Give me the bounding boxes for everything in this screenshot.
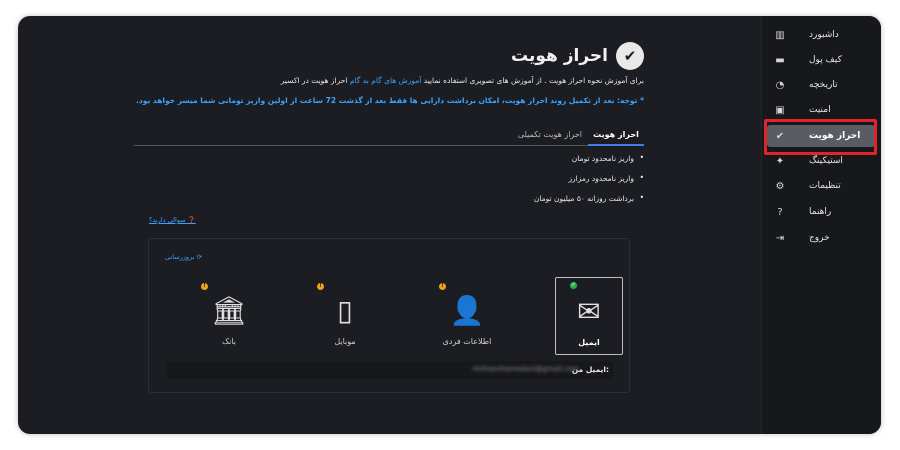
method-label: اطلاعات فردی xyxy=(442,337,492,346)
sidebar-item-label: داشبورد xyxy=(809,30,839,40)
method-bank[interactable]: ! 🏛 بانک xyxy=(195,277,263,353)
sidebar-item-help[interactable]: ? راهنما xyxy=(767,201,875,223)
person-icon: 👤 xyxy=(449,294,485,327)
tab-bar: احراز هویت احراز هویت تکمیلی xyxy=(134,124,644,146)
mobile-phone-icon: ▯ xyxy=(337,294,353,327)
wallet-icon: ▬ xyxy=(775,54,785,66)
page-title: احراز هویت xyxy=(510,46,608,66)
list-item: واریز نامحدود رمزارز xyxy=(534,173,644,183)
sidebar-item-security[interactable]: ▣ امنیت xyxy=(767,99,875,121)
verification-methods-card: بروزرسانی ⟳ ✓ ✉ ایمیل ! 👤 اطلاعات فردی !… xyxy=(148,238,630,393)
intro-text: برای آموزش نحوه احراز هویت . از آموزش ها… xyxy=(281,76,644,85)
email-value: mohsenhamedani@gmail.com xyxy=(472,365,579,373)
sidebar-item-wallet[interactable]: ▬ کیف پول xyxy=(767,49,875,71)
method-label: ایمیل xyxy=(578,338,600,347)
my-email-row: ایمیل من: mohsenhamedani@gmail.com xyxy=(167,361,613,379)
bar-chart-icon: ▥ xyxy=(775,29,785,41)
method-mobile[interactable]: ! ▯ موبایل xyxy=(311,277,379,353)
sidebar-item-label: خروج xyxy=(809,233,830,243)
list-item: برداشت روزانه ۵۰ میلیون تومان xyxy=(534,193,644,203)
intro-suffix: احراز هویت در اکسیر xyxy=(280,76,348,85)
method-email[interactable]: ✓ ✉ ایمیل xyxy=(555,277,623,355)
warning-icon: ! xyxy=(201,283,208,290)
sidebar-item-logout[interactable]: ⇥ خروج xyxy=(767,227,875,249)
verified-badge-icon: ✔ xyxy=(616,42,644,70)
tutorial-link[interactable]: آموزش های گام به گام xyxy=(350,76,422,85)
sidebar-item-settings[interactable]: ⚙ تنظیمات xyxy=(767,175,875,197)
sidebar-item-label: راهنما xyxy=(809,207,832,217)
sidebar-item-label: استیکینگ xyxy=(809,156,843,166)
gear-icon: ⚙ xyxy=(775,180,785,192)
notice-text: * توجه: بعد از تکمیل روند احراز هویت، ام… xyxy=(136,96,644,105)
method-label: موبایل xyxy=(334,337,356,346)
sidebar-item-dashboard[interactable]: ▥ داشبورد xyxy=(767,24,875,46)
warning-icon: ! xyxy=(317,283,324,290)
benefits-list: واریز نامحدود تومان واریز نامحدود رمزارز… xyxy=(534,153,644,214)
warning-icon: ! xyxy=(439,283,446,290)
help-question-link[interactable]: ❓ سوالی دارید؟ xyxy=(149,216,196,224)
verified-check-icon: ✓ xyxy=(570,282,577,289)
envelope-icon: ✉ xyxy=(577,295,601,328)
bank-icon: 🏛 xyxy=(211,294,247,327)
page-header: ✔ احراز هویت xyxy=(511,42,644,70)
help-icon: ? xyxy=(777,206,783,218)
intro-prefix: برای آموزش نحوه احراز هویت . از آموزش ها… xyxy=(423,76,644,85)
question-icon: ❓ xyxy=(187,216,196,224)
method-label: بانک xyxy=(221,337,237,346)
method-personal-info[interactable]: ! 👤 اطلاعات فردی xyxy=(433,277,501,353)
sidebar-item-label: کیف پول xyxy=(809,55,842,65)
tab-advanced-verification[interactable]: احراز هویت تکمیلی xyxy=(518,124,582,146)
highlight-box xyxy=(764,119,877,155)
sidebar-item-label: تاریخچه xyxy=(809,80,838,90)
sidebar-item-label: امنیت xyxy=(809,105,831,115)
tab-basic-verification[interactable]: احراز هویت xyxy=(588,124,644,146)
list-item: واریز نامحدود تومان xyxy=(534,153,644,163)
sidebar-item-label: تنظیمات xyxy=(809,181,841,191)
staking-icon: ✦ xyxy=(775,155,785,167)
sidebar: ▥ داشبورد ▬ کیف پول ◔ تاریخچه ▣ امنیت ✔ … xyxy=(761,16,881,434)
lock-icon: ▣ xyxy=(775,104,785,116)
logout-icon: ⇥ xyxy=(775,232,785,244)
app-window: ✔ احراز هویت برای آموزش نحوه احراز هویت … xyxy=(18,16,881,434)
history-icon: ◔ xyxy=(775,79,785,91)
refresh-button[interactable]: بروزرسانی ⟳ xyxy=(165,253,202,261)
sidebar-item-history[interactable]: ◔ تاریخچه xyxy=(767,74,875,96)
main-content: ✔ احراز هویت برای آموزش نحوه احراز هویت … xyxy=(18,16,760,434)
help-question-label: سوالی دارید؟ xyxy=(149,216,186,224)
